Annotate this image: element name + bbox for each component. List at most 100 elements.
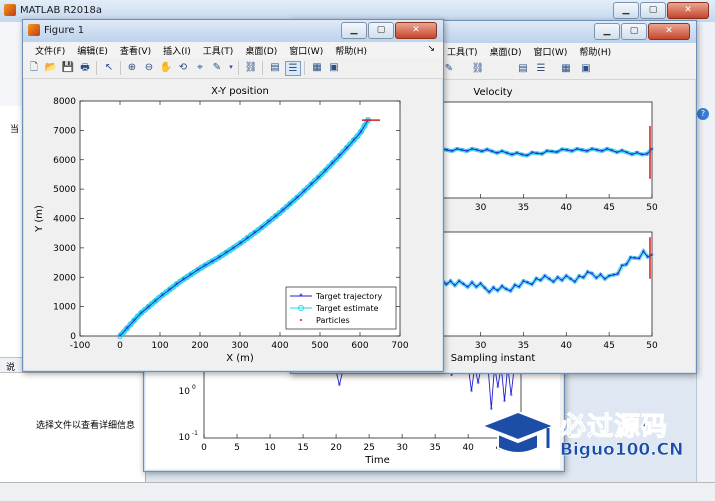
menu-view[interactable]: 查看(V) xyxy=(114,42,157,58)
trajectory-point: * xyxy=(345,145,349,153)
velocity-point: * xyxy=(495,150,499,158)
menu-desktop[interactable]: 桌面(D) xyxy=(239,42,283,58)
menu-help[interactable]: 帮助(H) xyxy=(329,42,373,58)
toolbar-separator xyxy=(96,61,97,75)
watermark-logo: 必过源码 Biguo100.CN xyxy=(478,404,710,466)
link-icon[interactable]: ⛓ xyxy=(471,62,485,75)
pointer-icon[interactable]: ↖ xyxy=(102,61,116,74)
zoom-in-icon[interactable]: ⊕ xyxy=(125,61,139,74)
matlab-window-title: MATLAB R2018a xyxy=(20,5,103,16)
hide-plot-tools-icon[interactable]: ▦ xyxy=(559,62,573,75)
trajectory-point: * xyxy=(366,117,370,125)
legend-marker: * xyxy=(299,292,303,301)
x-tick-label: 500 xyxy=(311,341,328,351)
figure2-minimize-button[interactable]: ▁ xyxy=(594,23,620,40)
menu-window[interactable]: 窗口(W) xyxy=(283,42,329,58)
x-tick-label: 40 xyxy=(561,203,573,213)
hide-plot-tools-icon[interactable]: ▦ xyxy=(310,61,324,74)
time-series-point: * xyxy=(476,380,480,388)
trajectory-point: * xyxy=(239,240,243,248)
matlab-maximize-button[interactable]: ▢ xyxy=(640,2,666,19)
matlab-minimize-button[interactable]: ▁ xyxy=(613,2,639,19)
figure2-menu-tools[interactable]: 工具(T) xyxy=(441,43,484,59)
figure1-maximize-button[interactable]: ▢ xyxy=(368,22,394,39)
legend-icon[interactable]: ☰ xyxy=(285,61,301,76)
brush-dropdown-icon[interactable]: ▾ xyxy=(224,61,238,74)
open-icon[interactable]: 📂 xyxy=(44,61,58,74)
data-cursor-icon[interactable]: ⌖ xyxy=(193,61,207,74)
trajectory-point: * xyxy=(281,207,285,215)
x-tick-label: 200 xyxy=(191,341,208,351)
zoom-out-icon[interactable]: ⊖ xyxy=(142,61,156,74)
show-plot-tools-icon[interactable]: ▣ xyxy=(579,62,593,75)
x-tick-label: 30 xyxy=(475,341,487,351)
trajectory-point: * xyxy=(359,129,363,137)
y-tick-label: 2000 xyxy=(53,273,76,283)
menu-dock-icon[interactable]: ↘ xyxy=(421,42,443,58)
matlab-close-button[interactable]: ✕ xyxy=(667,2,709,19)
y-tick-label: 0 xyxy=(70,332,76,342)
menu-insert[interactable]: 插入(I) xyxy=(157,42,197,58)
x-tick-label: 40 xyxy=(561,341,573,351)
figure2-menu-desktop[interactable]: 桌面(D) xyxy=(484,43,528,59)
time-series-point: * xyxy=(338,382,342,390)
velocity-point: * xyxy=(580,147,584,155)
velocity-point: * xyxy=(500,148,504,156)
velocity-point: * xyxy=(520,152,524,160)
menu-file[interactable]: 文件(F) xyxy=(29,42,71,58)
menu-edit[interactable]: 编辑(E) xyxy=(71,42,114,58)
print-icon[interactable]: 🖶 xyxy=(78,61,92,74)
show-plot-tools-icon[interactable]: ▣ xyxy=(327,61,341,74)
trajectory-point: * xyxy=(182,276,186,284)
figure-icon xyxy=(28,24,40,36)
x-tick-label: 50 xyxy=(646,341,658,351)
help-icon[interactable]: ? xyxy=(697,108,709,120)
brush-icon[interactable]: ✎ xyxy=(210,61,224,74)
x-tick-label: 5 xyxy=(234,443,240,453)
trajectory-point: * xyxy=(125,325,129,333)
link-icon[interactable]: ⛓ xyxy=(244,61,258,74)
sampling-point: * xyxy=(650,252,654,260)
menu-tools[interactable]: 工具(T) xyxy=(197,42,240,58)
trajectory-point: * xyxy=(331,160,335,168)
velocity-point: * xyxy=(465,148,469,156)
figure1-titlebar: Figure 1 ▁ ▢ ✕ xyxy=(23,20,443,42)
new-figure-icon[interactable]: 🗋 xyxy=(27,61,41,74)
brush-icon[interactable]: ✎ xyxy=(442,62,456,75)
time-x-label: Time xyxy=(364,455,389,466)
velocity-point: * xyxy=(570,148,574,156)
colorbar-icon[interactable]: ▤ xyxy=(268,61,282,74)
velocity-point: * xyxy=(635,150,639,158)
x-tick-label: 30 xyxy=(475,203,487,213)
y-axis-label: Y (m) xyxy=(34,205,45,233)
trajectory-point: * xyxy=(196,267,200,275)
watermark-en-text: Biguo100.CN xyxy=(560,440,684,461)
trajectory-point: * xyxy=(118,333,122,341)
save-icon[interactable]: 💾 xyxy=(61,61,75,74)
toolbar-separator xyxy=(120,61,121,75)
figure2-maximize-button[interactable]: ▢ xyxy=(621,23,647,40)
trajectory-point: * xyxy=(203,262,207,270)
legend-icon[interactable]: ☰ xyxy=(534,62,548,75)
figure2-menu-window[interactable]: 窗口(W) xyxy=(527,43,573,59)
figure2-close-button[interactable]: ✕ xyxy=(648,23,690,40)
figure1-minimize-button[interactable]: ▁ xyxy=(341,22,367,39)
trajectory-point: * xyxy=(260,224,264,232)
velocity-point: * xyxy=(485,147,489,155)
figure1-close-button[interactable]: ✕ xyxy=(395,22,437,39)
pan-icon[interactable]: ✋ xyxy=(159,61,173,74)
velocity-point: * xyxy=(445,147,449,155)
velocity-point: * xyxy=(595,147,599,155)
velocity-point: * xyxy=(460,147,464,155)
x-tick-label: 45 xyxy=(603,203,614,213)
figure2-menu-help[interactable]: 帮助(H) xyxy=(573,43,617,59)
colorbar-icon[interactable]: ▤ xyxy=(516,62,530,75)
rotate-icon[interactable]: ⟲ xyxy=(176,61,190,74)
trajectory-point: * xyxy=(338,153,342,161)
trajectory-point: * xyxy=(324,167,328,175)
velocity-point: * xyxy=(530,150,534,158)
velocity-point: * xyxy=(525,153,529,161)
y-tick-label: 10 xyxy=(179,387,191,397)
trajectory-point: * xyxy=(189,271,193,279)
trajectory-point: * xyxy=(140,310,144,318)
